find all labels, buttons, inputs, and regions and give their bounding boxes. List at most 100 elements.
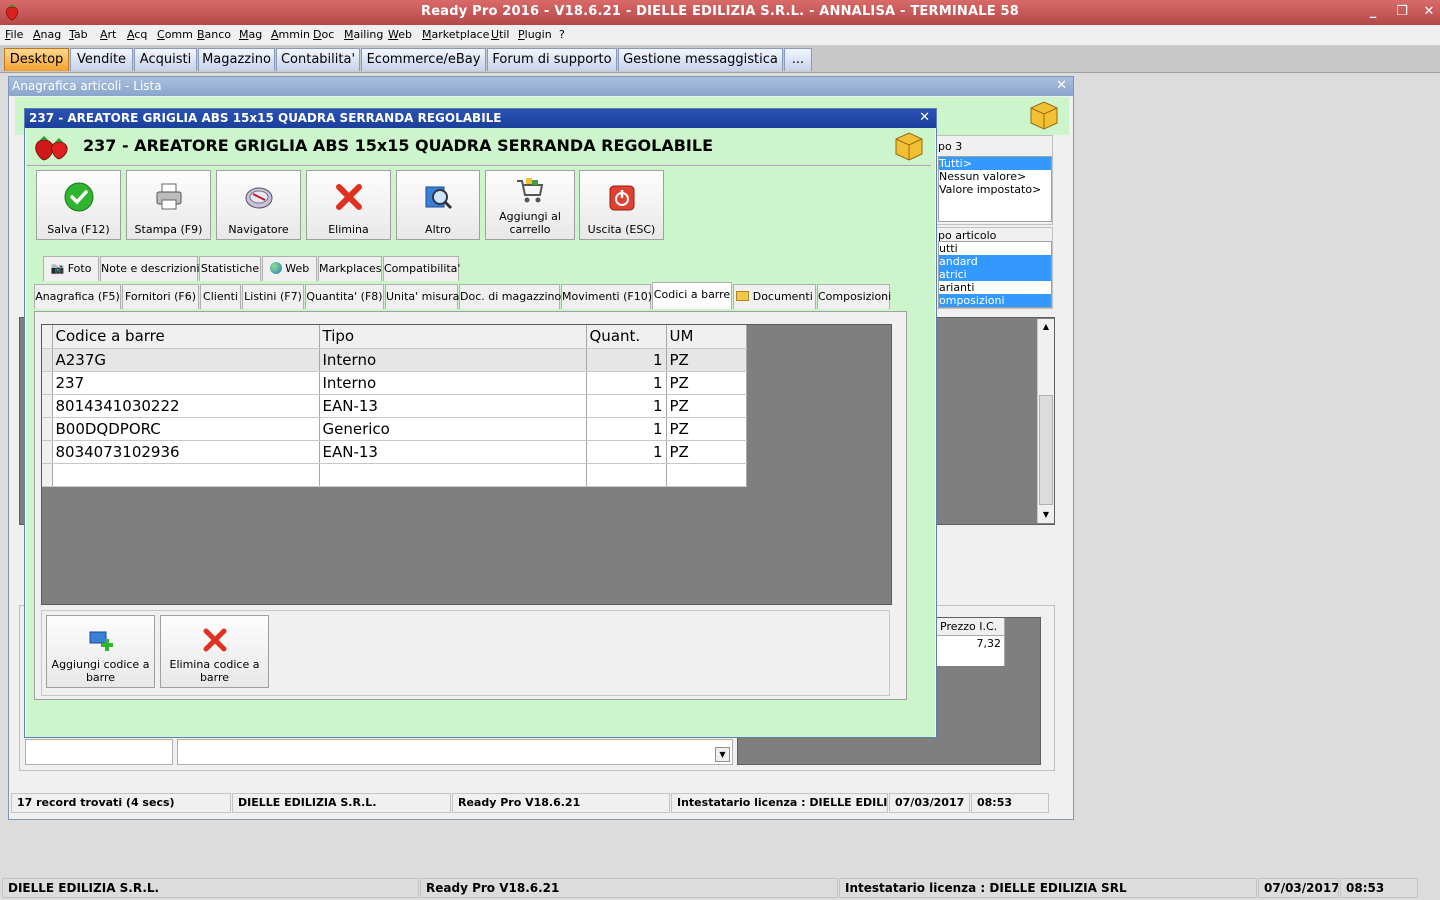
list-item[interactable]: Tutti> xyxy=(939,157,1051,170)
tab-composizioni[interactable]: Composizioni xyxy=(817,284,891,309)
tab-quantita[interactable]: Quantita' (F8) xyxy=(305,284,384,309)
add-barcode-button[interactable]: Aggiungi codice a barre xyxy=(46,615,155,688)
cell-quant[interactable]: 1 xyxy=(586,394,667,418)
delete-button[interactable]: Elimina xyxy=(306,170,391,240)
menu-help[interactable]: ? xyxy=(559,28,565,41)
menu-util[interactable]: Util xyxy=(491,28,510,41)
table-row-empty[interactable] xyxy=(42,463,747,487)
tab-compatibilita[interactable]: Compatibilita' xyxy=(383,256,460,281)
column-header-um[interactable]: UM xyxy=(666,325,747,349)
table-row[interactable]: 8034073102936 EAN-13 1 PZ xyxy=(42,440,747,464)
cell-um[interactable]: PZ xyxy=(666,394,747,418)
tab-listini[interactable]: Listini (F7) xyxy=(242,284,304,309)
tipo-articolo-list[interactable]: utti andard atrici arianti omposizioni xyxy=(938,241,1052,308)
chevron-down-icon[interactable]: ▼ xyxy=(715,747,730,762)
table-row[interactable]: 8014341030222 EAN-13 1 PZ xyxy=(42,394,747,418)
scroll-thumb[interactable] xyxy=(1039,395,1053,505)
cell-codice[interactable]: 237 xyxy=(52,371,320,395)
tab-codici-a-barre[interactable]: Codici a barre xyxy=(652,282,732,309)
list-close-icon[interactable]: ✕ xyxy=(1056,78,1067,93)
tab-more[interactable]: ... xyxy=(784,48,812,71)
tab-magazzino[interactable]: Magazzino xyxy=(198,48,275,71)
cell-tipo[interactable]: EAN-13 xyxy=(319,394,587,418)
tab-markplaces[interactable]: Markplaces xyxy=(318,256,382,281)
list-scrollbar[interactable]: ▲ ▼ xyxy=(1037,319,1054,523)
gruppo3-list[interactable]: Tutti> Nessun valore> Valore impostato> xyxy=(938,156,1052,222)
list-item[interactable]: andard xyxy=(939,255,1051,268)
tab-foto[interactable]: 📷 Foto xyxy=(43,256,99,281)
tab-fornitori[interactable]: Fornitori (F6) xyxy=(122,284,199,309)
save-button[interactable]: Salva (F12) xyxy=(36,170,121,240)
menu-anag[interactable]: Anag xyxy=(33,28,61,41)
menu-mailing[interactable]: Mailing xyxy=(344,28,383,41)
menu-art[interactable]: Art xyxy=(100,28,116,41)
tab-ecommerce[interactable]: Ecommerce/eBay xyxy=(361,48,486,71)
cell-codice[interactable]: B00DQDPORC xyxy=(52,417,320,441)
print-button[interactable]: Stampa (F9) xyxy=(126,170,211,240)
column-header-codice[interactable]: Codice a barre xyxy=(52,325,320,349)
tab-web[interactable]: Web xyxy=(262,256,317,281)
article-close-icon[interactable]: ✕ xyxy=(919,110,930,125)
tab-acquisti[interactable]: Acquisti xyxy=(134,48,197,71)
cell-um[interactable]: PZ xyxy=(666,371,747,395)
close-icon[interactable]: ✕ xyxy=(1418,3,1440,21)
tab-clienti[interactable]: Clienti xyxy=(200,284,241,309)
tab-desktop[interactable]: Desktop xyxy=(4,48,69,71)
menu-comm[interactable]: Comm xyxy=(157,28,193,41)
tab-movimenti[interactable]: Movimenti (F10) xyxy=(561,284,652,309)
cell-quant[interactable]: 1 xyxy=(586,440,667,464)
price-cell[interactable]: 7,32 xyxy=(937,636,1005,666)
tab-vendite[interactable]: Vendite xyxy=(70,48,133,71)
restore-icon[interactable]: ❐ xyxy=(1391,3,1413,21)
list-item[interactable]: Valore impostato> xyxy=(939,183,1051,196)
cell-um[interactable]: PZ xyxy=(666,348,747,372)
list-item[interactable]: omposizioni xyxy=(939,294,1051,307)
tab-unita-misura[interactable]: Unita' misura xyxy=(385,284,459,309)
scroll-down-icon[interactable]: ▼ xyxy=(1039,508,1053,522)
navigator-button[interactable]: Navigatore xyxy=(216,170,301,240)
cell-codice[interactable]: A237G xyxy=(52,348,320,372)
list-item[interactable]: arianti xyxy=(939,281,1051,294)
tab-forum[interactable]: Forum di supporto xyxy=(487,48,617,71)
tab-messaggistica[interactable]: Gestione messaggistica xyxy=(618,48,783,71)
list-item[interactable]: Nessun valore> xyxy=(939,170,1051,183)
tab-contabilita[interactable]: Contabilita' xyxy=(276,48,360,71)
cell-quant[interactable]: 1 xyxy=(586,371,667,395)
menu-file[interactable]: File xyxy=(5,28,23,41)
menu-plugin[interactable]: Plugin xyxy=(518,28,552,41)
cell-codice[interactable]: 8014341030222 xyxy=(52,394,320,418)
table-row[interactable]: A237G Interno 1 PZ xyxy=(42,348,747,372)
column-header-quant[interactable]: Quant. xyxy=(586,325,667,349)
cell-quant[interactable]: 1 xyxy=(586,348,667,372)
cell-quant[interactable]: 1 xyxy=(586,417,667,441)
cell-tipo[interactable]: Generico xyxy=(319,417,587,441)
menu-acq[interactable]: Acq xyxy=(127,28,147,41)
cell-tipo[interactable]: Interno xyxy=(319,348,587,372)
cell-tipo[interactable]: Interno xyxy=(319,371,587,395)
list-item[interactable]: utti xyxy=(939,242,1051,255)
search-code-input[interactable] xyxy=(25,739,173,765)
tab-doc-magazzino[interactable]: Doc. di magazzino xyxy=(459,284,561,309)
list-item[interactable]: atrici xyxy=(939,268,1051,281)
cell-um[interactable]: PZ xyxy=(666,440,747,464)
menu-doc[interactable]: Doc xyxy=(313,28,334,41)
menu-tab[interactable]: Tab xyxy=(69,28,88,41)
exit-button[interactable]: Uscita (ESC) xyxy=(579,170,664,240)
scroll-up-icon[interactable]: ▲ xyxy=(1039,320,1053,334)
tab-statistiche[interactable]: Statistiche xyxy=(199,256,261,281)
menu-ammin[interactable]: Ammin xyxy=(271,28,310,41)
minimize-icon[interactable]: _ xyxy=(1362,3,1384,21)
other-button[interactable]: Altro xyxy=(396,170,480,240)
menu-web[interactable]: Web xyxy=(388,28,412,41)
column-header-tipo[interactable]: Tipo xyxy=(319,325,587,349)
cell-codice[interactable]: 8034073102936 xyxy=(52,440,320,464)
barcode-grid[interactable]: Codice a barre Tipo Quant. UM A237G Inte… xyxy=(41,324,892,605)
add-to-cart-button[interactable]: Aggiungi al carrello xyxy=(485,170,575,240)
table-row[interactable]: B00DQDPORC Generico 1 PZ xyxy=(42,417,747,441)
tab-anagrafica[interactable]: Anagrafica (F5) xyxy=(34,284,121,309)
remove-barcode-button[interactable]: Elimina codice a barre xyxy=(160,615,269,688)
search-description-select[interactable]: ▼ xyxy=(177,739,733,765)
menu-banco[interactable]: Banco xyxy=(197,28,231,41)
cell-tipo[interactable]: EAN-13 xyxy=(319,440,587,464)
tab-documenti[interactable]: Documenti xyxy=(733,284,816,309)
